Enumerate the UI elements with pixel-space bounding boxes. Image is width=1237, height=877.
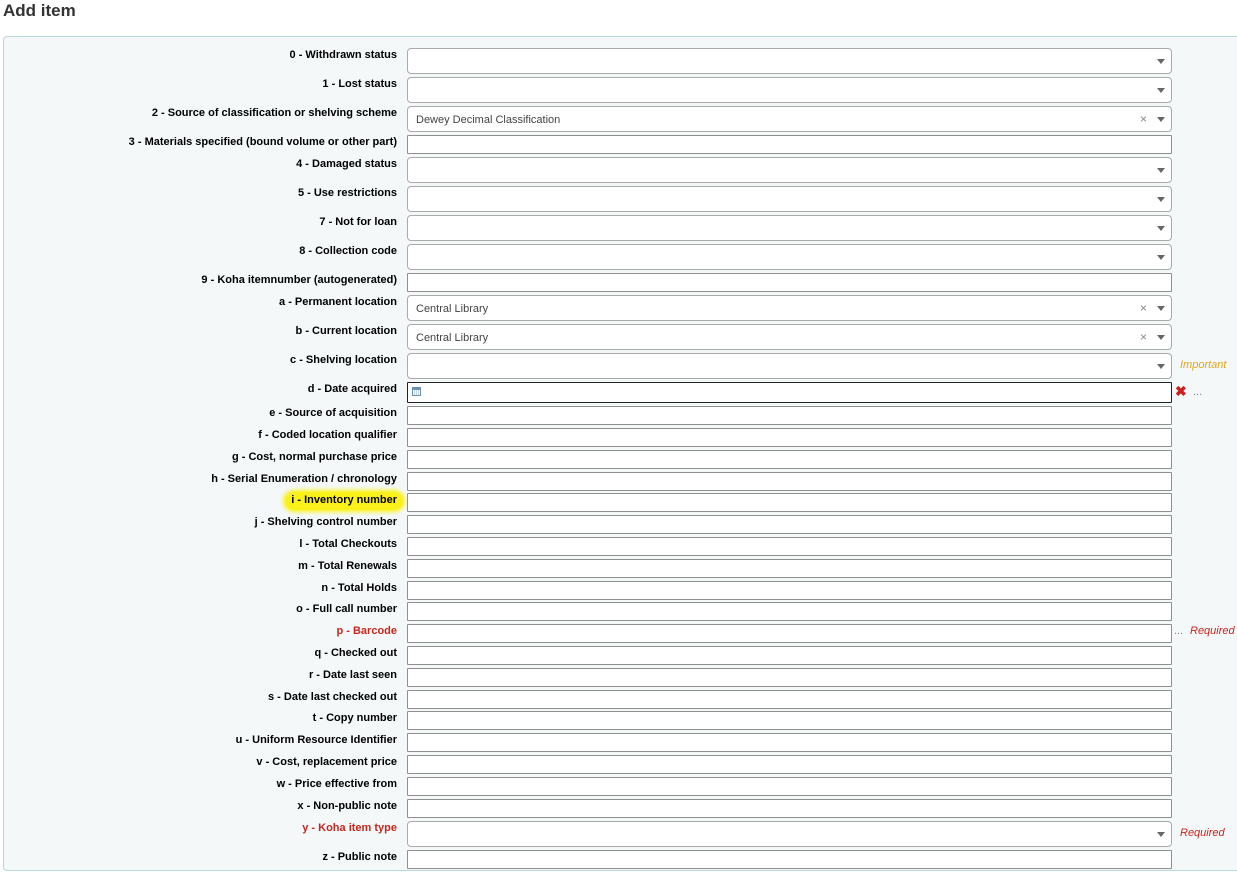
- clear-date-icon[interactable]: ✖: [1175, 384, 1187, 398]
- coded-location-qualifier-input[interactable]: [407, 428, 1172, 447]
- collection-code-select[interactable]: [407, 244, 1172, 270]
- field-label: e - Source of acquisition: [269, 407, 397, 419]
- chevron-down-icon[interactable]: [1157, 197, 1165, 202]
- field-label: m - Total Renewals: [298, 560, 397, 572]
- clear-selection-icon[interactable]: ×: [1140, 301, 1147, 315]
- field-label: r - Date last seen: [308, 669, 397, 681]
- date-acquired-input[interactable]: [407, 382, 1172, 403]
- field-label: o - Full call number: [296, 603, 397, 615]
- cost-normal-purchase-price-input[interactable]: [407, 450, 1172, 469]
- shelving-location-select[interactable]: [407, 353, 1172, 379]
- field-label: q - Checked out: [314, 647, 397, 659]
- koha-item-type-select[interactable]: [407, 821, 1172, 847]
- field-label: 3 - Materials specified (bound volume or…: [128, 136, 397, 148]
- source-of-acquisition-input[interactable]: [407, 406, 1172, 425]
- koha-itemnumber-input[interactable]: [407, 273, 1172, 292]
- barcode-input[interactable]: [407, 624, 1172, 643]
- plugin-dots-link[interactable]: ...: [1174, 625, 1183, 637]
- field-label: u - Uniform Resource Identifier: [235, 734, 397, 746]
- field-label: l - Total Checkouts: [299, 538, 397, 550]
- field-label-required: p - Barcode: [336, 625, 397, 637]
- chevron-down-icon[interactable]: [1157, 88, 1165, 93]
- not-for-loan-select[interactable]: [407, 215, 1172, 241]
- clear-selection-icon[interactable]: ×: [1140, 330, 1147, 344]
- field-label: 2 - Source of classification or shelving…: [151, 107, 397, 119]
- lost-status-select[interactable]: [407, 77, 1172, 103]
- withdrawn-status-select[interactable]: [407, 48, 1172, 74]
- non-public-note-input[interactable]: [407, 799, 1172, 818]
- total-holds-input[interactable]: [407, 581, 1172, 600]
- field-label: 1 - Lost status: [322, 78, 397, 90]
- field-label: 5 - Use restrictions: [297, 187, 397, 199]
- field-label: c - Shelving location: [290, 354, 397, 366]
- field-label: x - Non-public note: [297, 800, 397, 812]
- materials-specified-input[interactable]: [407, 135, 1172, 154]
- calendar-icon[interactable]: [412, 387, 421, 396]
- shelving-control-number-input[interactable]: [407, 515, 1172, 534]
- field-label: n - Total Holds: [321, 582, 397, 594]
- full-call-number-input[interactable]: [407, 602, 1172, 621]
- field-label: h - Serial Enumeration / chronology: [211, 473, 397, 485]
- field-label: 4 - Damaged status: [296, 158, 397, 170]
- field-label: w - Price effective from: [276, 778, 397, 790]
- page-title: Add item: [3, 1, 76, 20]
- important-note: Important: [1180, 359, 1227, 371]
- current-location-select[interactable]: Central Library ×: [407, 324, 1172, 350]
- serial-enumeration-input[interactable]: [407, 472, 1172, 491]
- field-label: f - Coded location qualifier: [258, 429, 397, 441]
- damaged-status-select[interactable]: [407, 157, 1172, 183]
- selected-value: Central Library: [416, 332, 489, 344]
- chevron-down-icon[interactable]: [1157, 117, 1165, 122]
- date-last-seen-input[interactable]: [407, 668, 1172, 687]
- inventory-number-input[interactable]: [407, 493, 1172, 512]
- total-renewals-input[interactable]: [407, 559, 1172, 578]
- clear-selection-icon[interactable]: ×: [1140, 112, 1147, 126]
- permanent-location-select[interactable]: Central Library ×: [407, 295, 1172, 321]
- plugin-dots-link[interactable]: ...: [1193, 386, 1202, 398]
- field-label-required: y - Koha item type: [302, 822, 397, 834]
- field-label: 0 - Withdrawn status: [289, 49, 397, 61]
- field-label: s - Date last checked out: [268, 691, 397, 703]
- chevron-down-icon[interactable]: [1157, 59, 1165, 64]
- use-restrictions-select[interactable]: [407, 186, 1172, 212]
- uri-input[interactable]: [407, 733, 1172, 752]
- field-label: g - Cost, normal purchase price: [231, 451, 397, 463]
- field-label: v - Cost, replacement price: [256, 756, 397, 768]
- selected-value: Central Library: [416, 303, 489, 315]
- checked-out-input[interactable]: [407, 646, 1172, 665]
- chevron-down-icon[interactable]: [1157, 255, 1165, 260]
- required-note: Required: [1190, 625, 1235, 637]
- classification-source-select[interactable]: Dewey Decimal Classification ×: [407, 106, 1172, 132]
- field-label: i - Inventory number: [285, 492, 403, 510]
- required-note: Required: [1180, 827, 1225, 839]
- chevron-down-icon[interactable]: [1157, 168, 1165, 173]
- field-label: d - Date acquired: [307, 383, 397, 395]
- date-last-checked-out-input[interactable]: [407, 690, 1172, 709]
- highlight-marker: i - Inventory number: [285, 492, 403, 510]
- field-label: z - Public note: [322, 851, 397, 863]
- field-label: 7 - Not for loan: [319, 216, 397, 228]
- chevron-down-icon[interactable]: [1157, 832, 1165, 837]
- price-effective-from-input[interactable]: [407, 777, 1172, 796]
- field-label: 9 - Koha itemnumber (autogenerated): [201, 274, 397, 286]
- cost-replacement-price-input[interactable]: [407, 755, 1172, 774]
- field-label: t - Copy number: [312, 712, 397, 724]
- field-label: a - Permanent location: [279, 296, 397, 308]
- field-label: b - Current location: [295, 325, 397, 337]
- copy-number-input[interactable]: [407, 711, 1172, 730]
- field-label: j - Shelving control number: [254, 516, 397, 528]
- chevron-down-icon[interactable]: [1157, 306, 1165, 311]
- public-note-input[interactable]: [407, 850, 1172, 869]
- chevron-down-icon[interactable]: [1157, 335, 1165, 340]
- chevron-down-icon[interactable]: [1157, 364, 1165, 369]
- total-checkouts-input[interactable]: [407, 537, 1172, 556]
- selected-value: Dewey Decimal Classification: [416, 114, 561, 126]
- field-label: 8 - Collection code: [299, 245, 397, 257]
- chevron-down-icon[interactable]: [1157, 226, 1165, 231]
